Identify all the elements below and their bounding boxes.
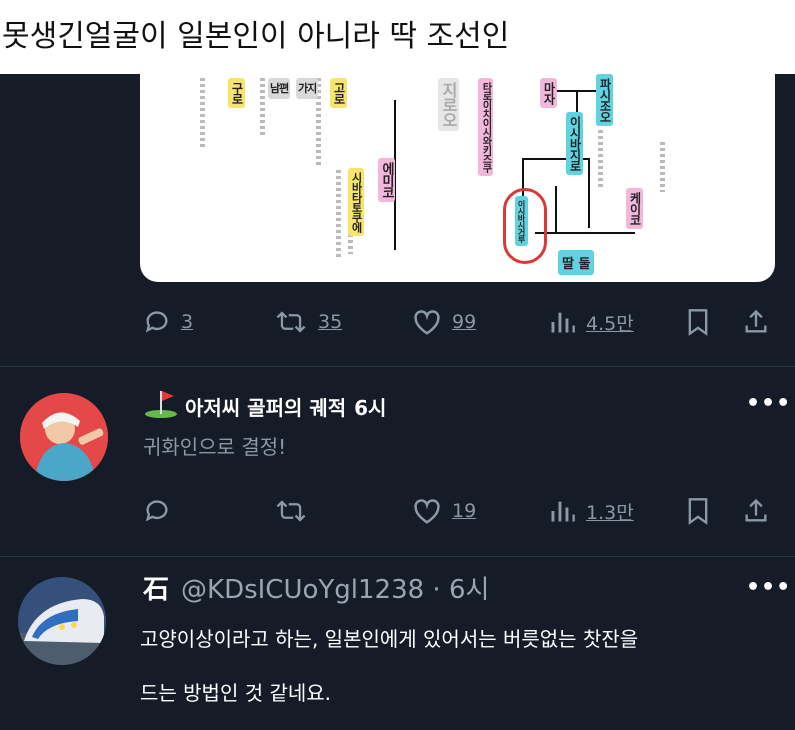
tree-tag: 케이코 [626,188,643,229]
author-handle: @KDsICUoYgl1238 · 6시 [181,575,490,605]
views-count: 1.3만 [586,501,634,524]
tree-tag: 가지 [296,78,319,99]
tree-tag: 지로오 [438,78,459,131]
tweet-author[interactable]: 아저씨 골퍼의 궤적 6시 [143,389,386,424]
bookmark-icon [685,308,711,336]
tweet-actions: 3 35 99 4.5만 [0,302,795,342]
views-button[interactable]: 1.3만 [548,491,634,531]
post-caption: 못생긴얼굴이 일본인이 아니라 딱 조선인 [0,0,795,74]
tweet-text: 귀화인으로 결정! [143,435,287,459]
share-icon [742,497,770,525]
avatar[interactable] [20,393,108,481]
retweet-button[interactable]: 35 [274,302,342,342]
tweet-text-line: 드는 방법인 것 같네요. [140,681,332,705]
tree-tag: 파시조오 [596,74,613,126]
views-count: 4.5만 [586,312,634,335]
bookmark-icon [685,497,711,525]
tweet-author[interactable]: 石 @KDsICUoYgl1238 · 6시 [143,569,489,606]
like-count: 19 [452,500,477,522]
tree-tag: 시바타토쿠에 [348,168,364,236]
avatar[interactable] [18,577,106,665]
more-options-button[interactable]: ••• [746,391,791,416]
tree-tag: 구로 [228,78,245,108]
tree-tag: 타로이치이시와키즈쿠 [478,78,493,176]
family-tree-image[interactable]: 구로 남편 가지 고로 지로오 타로이치이시와키즈쿠 마자 파시조오 이시바지로… [140,74,775,282]
reply-count: 3 [181,311,194,333]
reply-icon [143,308,171,336]
tree-tag: 마자 [540,78,557,108]
bookmark-button[interactable] [685,491,711,531]
tree-tag: 에미코 [378,158,395,202]
bookmark-button[interactable] [685,302,711,342]
tweet-time: 6시 [354,396,387,420]
retweet-icon [274,497,308,525]
share-button[interactable] [742,491,770,531]
tweet[interactable]: 石 @KDsICUoYgl1238 · 6시 ••• 고양이상이라고 하는, 일… [0,557,795,730]
twitter-thread: 구로 남편 가지 고로 지로오 타로이치이시와키즈쿠 마자 파시조오 이시바지로… [0,74,795,730]
heart-icon [412,497,442,525]
tweet-text-line: 고양이상이라고 하는, 일본인에게 있어서는 버릇없는 찻잔을 [140,627,639,651]
retweet-count: 35 [318,311,343,333]
views-icon [548,308,576,336]
like-button[interactable]: 99 [412,302,476,342]
retweet-button[interactable] [274,491,308,531]
author-name: 石 [143,575,170,605]
tree-tag: 고로 [330,78,347,108]
tweet[interactable]: 아저씨 골퍼의 궤적 6시 ••• 귀화인으로 결정! 19 1.3만 [0,367,795,557]
reply-button[interactable]: 3 [143,302,193,342]
heart-icon [412,308,442,336]
tree-tag: 이시바지로 [566,112,583,175]
views-button[interactable]: 4.5만 [548,302,634,342]
share-icon [742,308,770,336]
retweet-icon [274,308,308,336]
tree-tag: 딸 둘 [558,250,595,275]
tree-tag: 남편 [268,78,291,99]
share-button[interactable] [742,302,770,342]
like-count: 99 [452,311,477,333]
reply-icon [143,497,171,525]
golf-flag-icon [143,389,179,424]
highlight-circle [503,188,547,264]
reply-button[interactable] [143,491,171,531]
like-button[interactable]: 19 [412,491,476,531]
views-icon [548,497,576,525]
more-options-button[interactable]: ••• [746,575,791,600]
tweet-actions: 19 1.3만 [0,491,795,531]
author-name: 아저씨 골퍼의 궤적 [185,396,347,420]
